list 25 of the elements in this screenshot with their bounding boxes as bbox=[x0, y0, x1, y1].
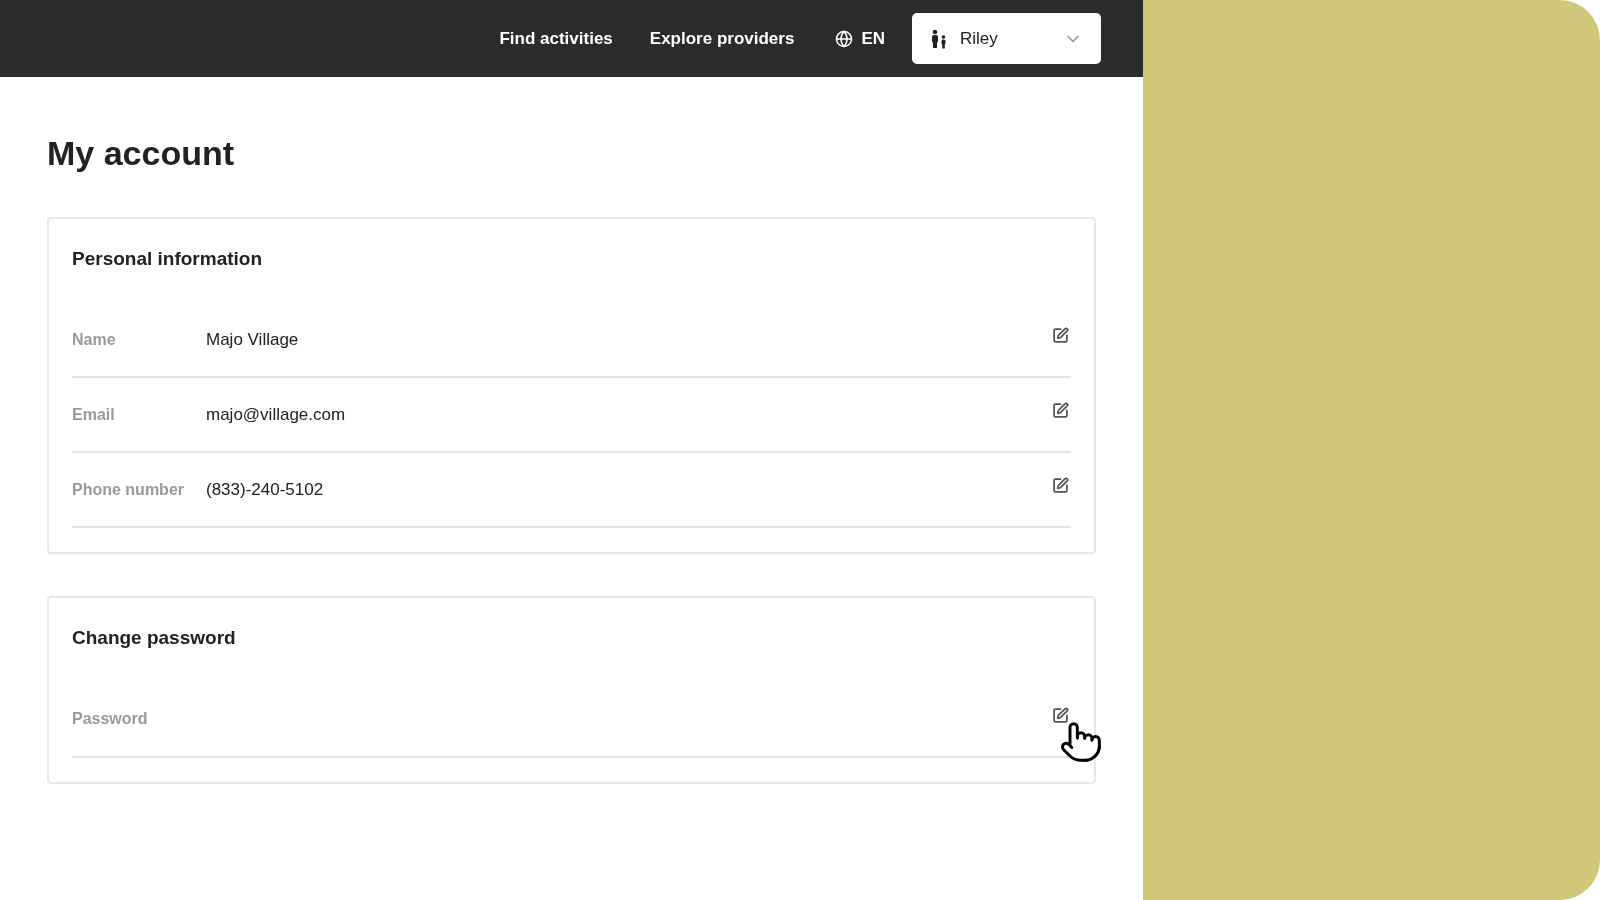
edit-button[interactable] bbox=[1050, 325, 1071, 346]
field-value: (833)-240-5102 bbox=[206, 478, 325, 501]
edit-icon bbox=[1052, 402, 1069, 419]
field-label: Password bbox=[72, 709, 149, 729]
field-label: Phone number bbox=[72, 479, 185, 500]
field-value: Majo Village bbox=[206, 328, 300, 351]
globe-icon bbox=[835, 29, 854, 48]
page-title: My account bbox=[47, 133, 236, 174]
edit-button[interactable] bbox=[1050, 475, 1071, 496]
field-label: Name bbox=[72, 329, 117, 350]
field-value: majo@village.com bbox=[206, 403, 347, 426]
field-label: Email bbox=[72, 404, 116, 425]
user-select[interactable]: Riley bbox=[912, 13, 1101, 64]
section-title: Change password bbox=[72, 626, 237, 650]
edit-icon bbox=[1052, 327, 1069, 344]
nav-link[interactable]: Explore providers bbox=[649, 25, 795, 52]
edit-icon bbox=[1052, 477, 1069, 494]
edit-icon bbox=[1052, 706, 1069, 724]
language-button[interactable]: EN bbox=[835, 25, 885, 52]
section-title: Personal information bbox=[72, 246, 264, 271]
edit-button[interactable] bbox=[1050, 704, 1071, 726]
family-icon bbox=[930, 28, 948, 49]
nav-link[interactable]: Find activities bbox=[499, 25, 613, 52]
edit-button[interactable] bbox=[1050, 400, 1071, 421]
hand-cursor-icon bbox=[1059, 719, 1103, 764]
